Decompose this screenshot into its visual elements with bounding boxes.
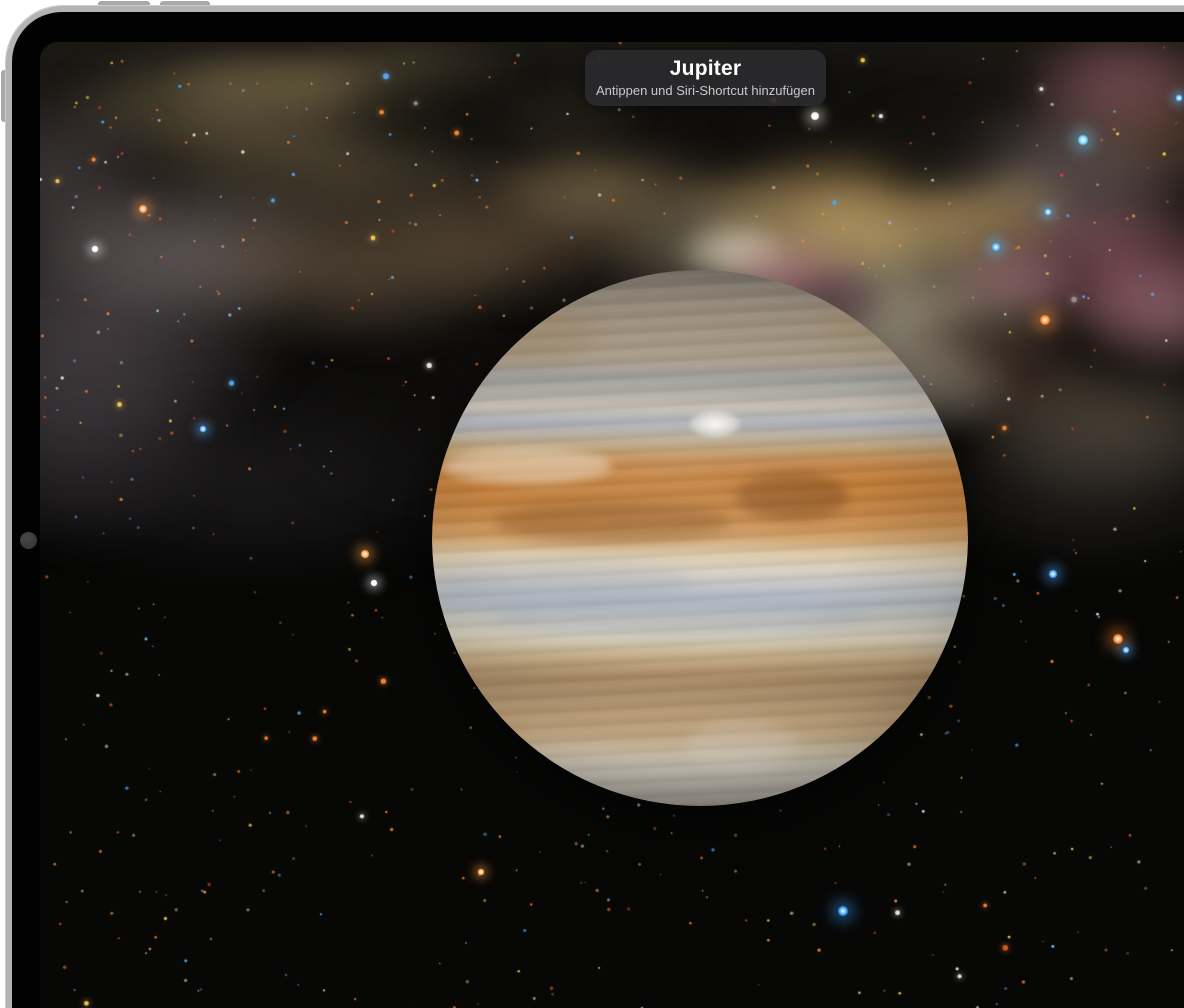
bright-star [991, 242, 1001, 252]
bright-star [1077, 134, 1089, 146]
bright-star [1122, 646, 1130, 654]
bright-star [370, 579, 378, 587]
jupiter-limb-shading [432, 270, 968, 806]
device-frame: Jupiter Antippen und Siri-Shortcut hinzu… [5, 5, 1184, 1008]
bright-star [199, 425, 207, 433]
bright-star [837, 905, 849, 917]
ipad-mockup: Jupiter Antippen und Siri-Shortcut hinzu… [0, 0, 1184, 1008]
device-bezel: Jupiter Antippen und Siri-Shortcut hinzu… [12, 12, 1184, 1008]
tooltip-title: Jupiter [670, 57, 741, 81]
bright-star [1175, 94, 1183, 102]
jupiter-tooltip[interactable]: Jupiter Antippen und Siri-Shortcut hinzu… [585, 50, 826, 106]
bright-star [138, 204, 148, 214]
bright-star [91, 245, 99, 253]
bright-star [1048, 569, 1058, 579]
jupiter-planet[interactable] [432, 270, 968, 806]
tooltip-subtitle: Antippen und Siri-Shortcut hinzufügen [596, 83, 815, 99]
bright-star [810, 111, 820, 121]
bright-star [360, 549, 370, 559]
bright-star [477, 868, 485, 876]
bright-star [1039, 314, 1051, 326]
bright-star [1044, 208, 1052, 216]
front-camera [20, 532, 37, 549]
bright-star [1112, 633, 1124, 645]
app-screen[interactable]: Jupiter Antippen und Siri-Shortcut hinzu… [40, 42, 1184, 1008]
